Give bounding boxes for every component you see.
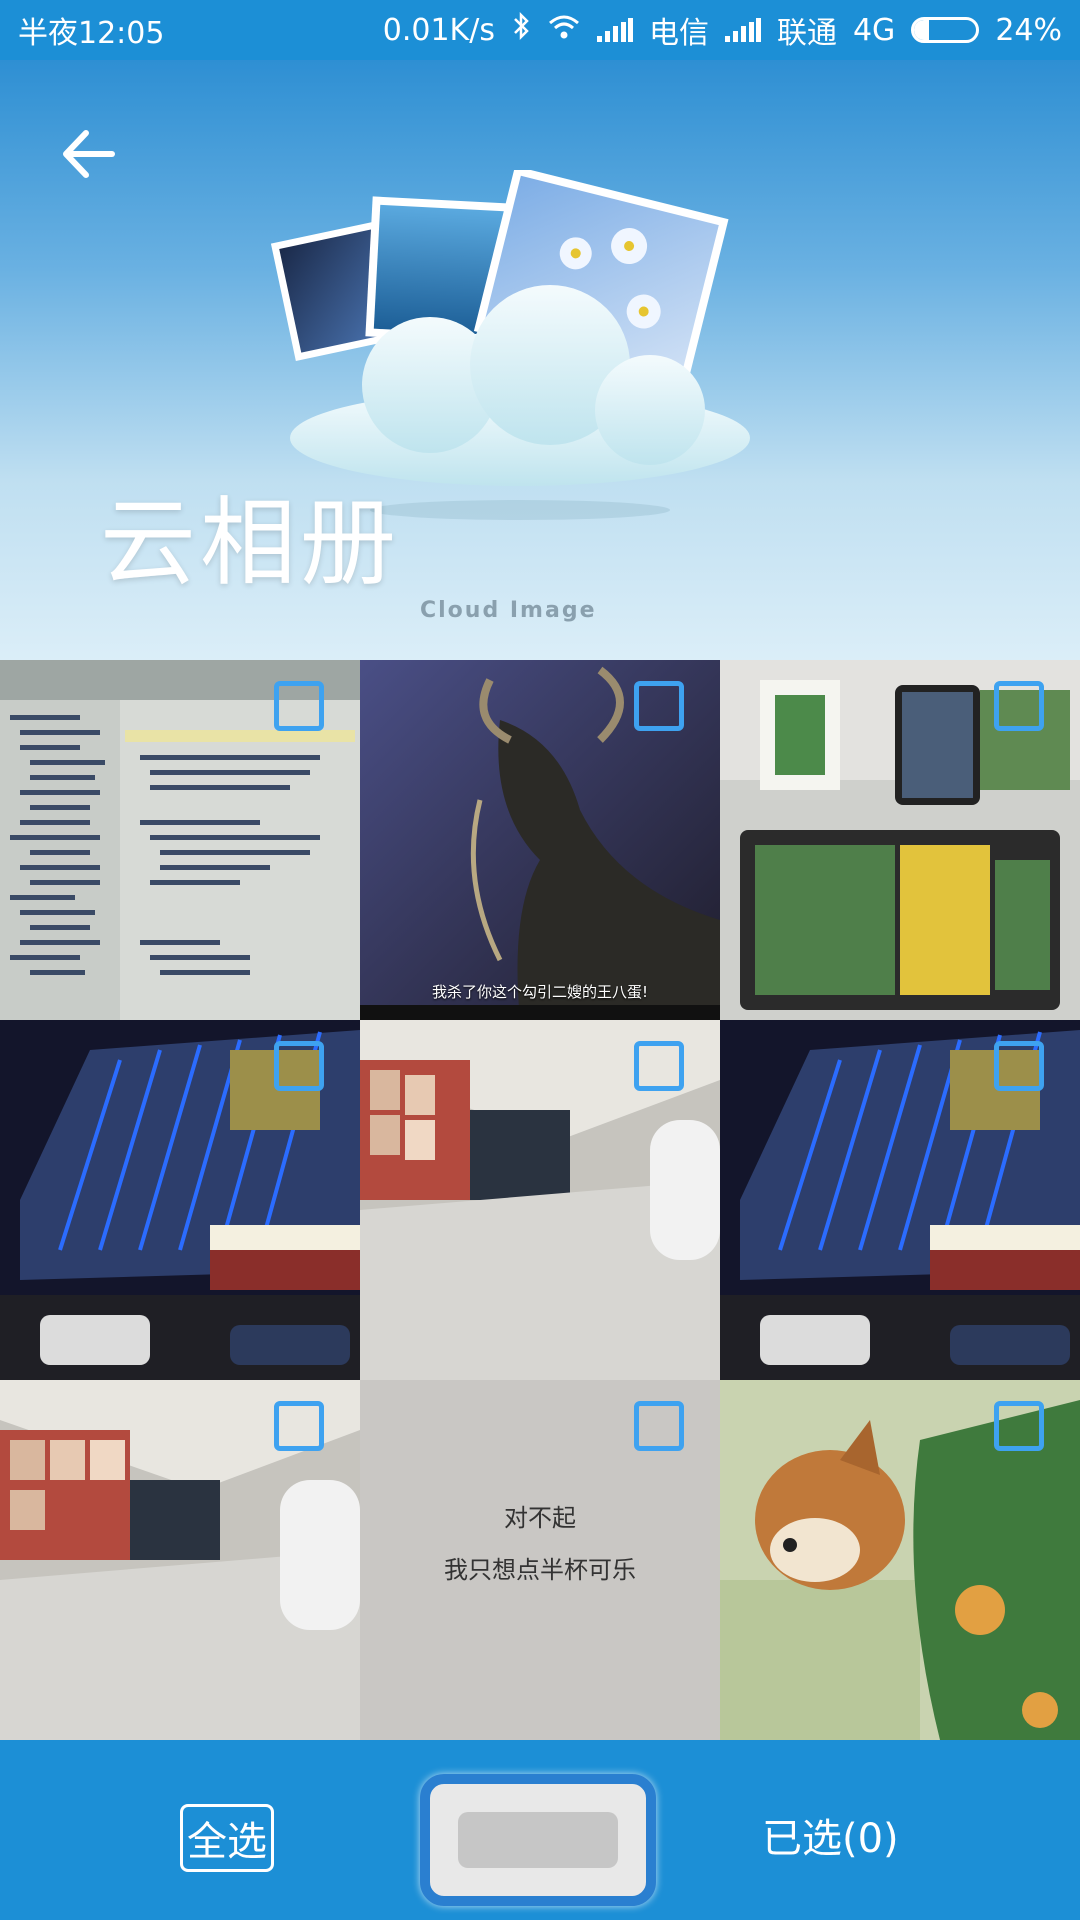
bottom-action-bar: 全选 已选(0): [0, 1740, 1080, 1920]
select-checkbox[interactable]: [634, 1041, 684, 1091]
photo-tile[interactable]: [720, 1020, 1080, 1380]
photo-tile[interactable]: [720, 1380, 1080, 1740]
tile-text-line-1: 对不起: [504, 1504, 576, 1532]
back-arrow-icon: [63, 130, 115, 178]
photo-tile[interactable]: 我杀了你这个勾引二嫂的王八蛋!: [360, 660, 720, 1020]
signal-icon-2: [724, 18, 761, 42]
signal-icon: [596, 18, 633, 42]
select-checkbox[interactable]: [274, 1041, 324, 1091]
back-button[interactable]: [52, 118, 124, 190]
carrier-2: 联通: [776, 16, 837, 51]
select-checkbox[interactable]: [994, 681, 1044, 731]
header-banner: 云相册 Cloud Image: [0, 60, 1080, 660]
photo-tile[interactable]: 对不起 我只想点半杯可乐: [360, 1380, 720, 1740]
upload-button-face: [458, 1812, 618, 1868]
battery-percent: 24%: [995, 12, 1062, 48]
page-subtitle: Cloud Image: [420, 598, 597, 623]
wifi-icon: [547, 13, 581, 48]
photo-tile[interactable]: [360, 1020, 720, 1380]
select-checkbox[interactable]: [274, 1401, 324, 1451]
network-speed: 0.01K/s: [382, 12, 495, 48]
select-checkbox[interactable]: [994, 1401, 1044, 1451]
network-type: 4G: [852, 12, 896, 48]
select-all-button[interactable]: 全选: [180, 1804, 274, 1872]
tile-text-line-2: 我只想点半杯可乐: [444, 1556, 636, 1584]
battery-icon: [911, 17, 980, 43]
photo-tile[interactable]: [0, 1020, 360, 1380]
photo-tile[interactable]: [0, 660, 360, 1020]
photo-caption: 我杀了你这个勾引二嫂的王八蛋!: [431, 983, 648, 1001]
photo-grid: 我杀了你这个勾引二嫂的王八蛋! 对不起 我只想点半杯可乐: [0, 660, 1080, 1740]
upload-button[interactable]: [420, 1774, 656, 1906]
status-time: 半夜12:05: [18, 16, 165, 51]
select-checkbox[interactable]: [634, 1401, 684, 1451]
select-checkbox[interactable]: [634, 681, 684, 731]
bluetooth-icon: [511, 11, 531, 49]
photo-tile[interactable]: [0, 1380, 360, 1740]
selected-count: 已选(0): [762, 1816, 899, 1862]
page-title: 云相册: [100, 487, 400, 599]
select-checkbox[interactable]: [994, 1041, 1044, 1091]
carrier-1: 电信: [648, 16, 709, 51]
photo-tile[interactable]: [720, 660, 1080, 1020]
select-checkbox[interactable]: [274, 681, 324, 731]
status-bar: 半夜12:05 0.01K/s 电信 联通 4G 24%: [0, 0, 1080, 60]
